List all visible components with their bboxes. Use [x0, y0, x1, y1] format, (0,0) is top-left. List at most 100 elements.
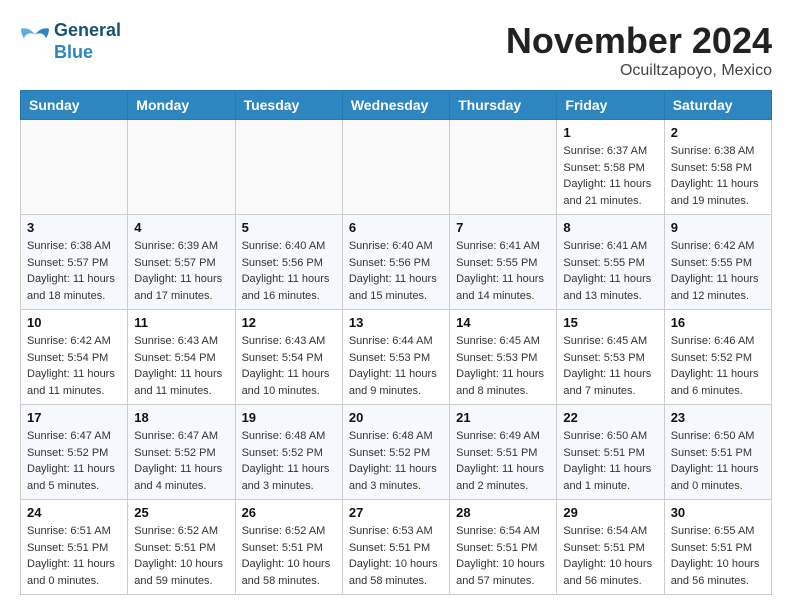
day-info-line: Daylight: 11 hours: [242, 366, 336, 383]
weekday-header-saturday: Saturday: [664, 91, 771, 120]
weekday-header-wednesday: Wednesday: [342, 91, 449, 120]
day-info-line: Daylight: 10 hours: [671, 556, 765, 573]
day-info-line: Sunrise: 6:48 AM: [242, 428, 336, 445]
logo-blue: Blue: [54, 42, 93, 62]
day-info: Sunrise: 6:54 AMSunset: 5:51 PMDaylight:…: [563, 523, 657, 589]
day-info-line: Daylight: 11 hours: [671, 366, 765, 383]
day-info-line: Daylight: 11 hours: [134, 271, 228, 288]
day-info-line: Sunrise: 6:40 AM: [242, 238, 336, 255]
day-cell-26: 26Sunrise: 6:52 AMSunset: 5:51 PMDayligh…: [235, 500, 342, 595]
week-row-4: 17Sunrise: 6:47 AMSunset: 5:52 PMDayligh…: [21, 405, 772, 500]
empty-cell: [450, 120, 557, 215]
day-info-line: Sunrise: 6:38 AM: [27, 238, 121, 255]
day-cell-23: 23Sunrise: 6:50 AMSunset: 5:51 PMDayligh…: [664, 405, 771, 500]
day-cell-16: 16Sunrise: 6:46 AMSunset: 5:52 PMDayligh…: [664, 310, 771, 405]
day-info-line: Daylight: 11 hours: [563, 271, 657, 288]
day-info: Sunrise: 6:50 AMSunset: 5:51 PMDaylight:…: [671, 428, 765, 494]
day-info: Sunrise: 6:48 AMSunset: 5:52 PMDaylight:…: [242, 428, 336, 494]
day-info-line: Daylight: 11 hours: [27, 556, 121, 573]
day-info-line: and 0 minutes.: [671, 478, 765, 495]
weekday-header-sunday: Sunday: [21, 91, 128, 120]
day-info-line: Sunset: 5:56 PM: [242, 255, 336, 272]
logo-general: General: [54, 20, 121, 40]
day-info-line: and 19 minutes.: [671, 193, 765, 210]
day-cell-25: 25 Sunrise: 6:52 AMSunset: 5:51 PMDayligh…: [128, 500, 235, 595]
day-info-line: and 2 minutes.: [456, 478, 550, 495]
weekday-header-monday: Monday: [128, 91, 235, 120]
day-info-line: Sunset: 5:52 PM: [242, 445, 336, 462]
day-info-line: Sunrise: 6:40 AM: [349, 238, 443, 255]
day-info-line: Sunset: 5:58 PM: [671, 160, 765, 177]
week-row-5: 24Sunrise: 6:51 AMSunset: 5:51 PMDayligh…: [21, 500, 772, 595]
day-cell-21: 21Sunrise: 6:49 AMSunset: 5:51 PMDayligh…: [450, 405, 557, 500]
day-info-line: and 0 minutes.: [27, 573, 121, 590]
day-info-line: and 58 minutes.: [349, 573, 443, 590]
day-info-line: Sunrise: 6:52 AM: [242, 523, 336, 540]
day-info-line: Daylight: 11 hours: [456, 461, 550, 478]
day-info-line: Sunset: 5:51 PM: [563, 540, 657, 557]
day-number: 12: [242, 315, 336, 330]
day-info-line: Daylight: 11 hours: [242, 271, 336, 288]
day-number: 16: [671, 315, 765, 330]
day-info-line: and 11 minutes.: [134, 383, 228, 400]
page-header: General Blue November 2024 Ocuiltzapoyo,…: [20, 20, 772, 80]
day-info-line: and 17 minutes.: [134, 288, 228, 305]
day-info-line: Sunset: 5:57 PM: [27, 255, 121, 272]
day-info-line: Sunset: 5:53 PM: [563, 350, 657, 367]
day-info: Sunrise: 6:54 AMSunset: 5:51 PMDaylight:…: [456, 523, 550, 589]
day-info-line: Daylight: 11 hours: [27, 366, 121, 383]
day-info-line: Sunset: 5:52 PM: [27, 445, 121, 462]
day-info-line: Daylight: 11 hours: [349, 366, 443, 383]
day-number: 6: [349, 220, 443, 235]
day-info-line: Sunrise: 6:48 AM: [349, 428, 443, 445]
day-info-line: and 11 minutes.: [27, 383, 121, 400]
day-number: 13: [349, 315, 443, 330]
day-info-line: Sunrise: 6:54 AM: [456, 523, 550, 540]
day-info-line: Daylight: 11 hours: [349, 461, 443, 478]
day-cell-10: 10 Sunrise: 6:42 AMSunset: 5:54 PMDayligh…: [21, 310, 128, 405]
day-info-line: Daylight: 11 hours: [242, 461, 336, 478]
day-info: Sunrise: 6:51 AMSunset: 5:51 PMDaylight:…: [27, 523, 121, 589]
day-number: 22: [563, 410, 657, 425]
day-info-line: and 7 minutes.: [563, 383, 657, 400]
location: Ocuiltzapoyo, Mexico: [506, 62, 772, 80]
day-info: Sunrise: 6:42 AMSunset: 5:54 PMDaylight:…: [27, 333, 121, 399]
day-cell-7: 7Sunrise: 6:41 AMSunset: 5:55 PMDaylight…: [450, 215, 557, 310]
day-info: Sunrise: 6:52 AMSunset: 5:51 PMDaylight:…: [242, 523, 336, 589]
day-info-line: and 15 minutes.: [349, 288, 443, 305]
day-number: 25: [134, 505, 228, 520]
day-info-line: Sunset: 5:52 PM: [349, 445, 443, 462]
day-info-line: and 4 minutes.: [134, 478, 228, 495]
day-info-line: and 58 minutes.: [242, 573, 336, 590]
empty-cell: [128, 120, 235, 215]
day-info-line: Sunset: 5:57 PM: [134, 255, 228, 272]
day-info-line: Sunset: 5:51 PM: [456, 540, 550, 557]
day-number: 28: [456, 505, 550, 520]
day-info-line: and 56 minutes.: [671, 573, 765, 590]
day-info-line: Sunrise: 6:50 AM: [671, 428, 765, 445]
day-info: Sunrise: 6:45 AMSunset: 5:53 PMDaylight:…: [563, 333, 657, 399]
day-info: Sunrise: 6:52 AMSunset: 5:51 PMDaylight:…: [134, 523, 228, 589]
day-info: Sunrise: 6:40 AMSunset: 5:56 PMDaylight:…: [242, 238, 336, 304]
day-number: 7: [456, 220, 550, 235]
day-cell-5: 5Sunrise: 6:40 AMSunset: 5:56 PMDaylight…: [235, 215, 342, 310]
weekday-header-row: SundayMondayTuesdayWednesdayThursdayFrid…: [21, 91, 772, 120]
day-info: Sunrise: 6:45 AMSunset: 5:53 PMDaylight:…: [456, 333, 550, 399]
day-cell-2: 2Sunrise: 6:38 AMSunset: 5:58 PMDaylight…: [664, 120, 771, 215]
day-info-line: and 9 minutes.: [349, 383, 443, 400]
day-cell-28: 28 Sunrise: 6:54 AMSunset: 5:51 PMDayligh…: [450, 500, 557, 595]
day-info-line: Sunset: 5:55 PM: [671, 255, 765, 272]
day-info-line: Daylight: 11 hours: [671, 461, 765, 478]
day-cell-9: 9Sunrise: 6:42 AMSunset: 5:55 PMDaylight…: [664, 215, 771, 310]
day-cell-18: 18Sunrise: 6:47 AMSunset: 5:52 PMDayligh…: [128, 405, 235, 500]
day-info: Sunrise: 6:40 AMSunset: 5:56 PMDaylight:…: [349, 238, 443, 304]
day-cell-1: 1Sunrise: 6:37 AMSunset: 5:58 PMDaylight…: [557, 120, 664, 215]
day-info-line: Daylight: 11 hours: [134, 461, 228, 478]
day-cell-29: 29Sunrise: 6:54 AMSunset: 5:51 PMDayligh…: [557, 500, 664, 595]
day-number: 10: [27, 315, 121, 330]
day-info-line: and 12 minutes.: [671, 288, 765, 305]
day-info: Sunrise: 6:55 AMSunset: 5:51 PMDaylight:…: [671, 523, 765, 589]
day-info-line: Daylight: 10 hours: [134, 556, 228, 573]
day-info-line: Sunrise: 6:38 AM: [671, 143, 765, 160]
day-cell-4: 4Sunrise: 6:39 AMSunset: 5:57 PMDaylight…: [128, 215, 235, 310]
